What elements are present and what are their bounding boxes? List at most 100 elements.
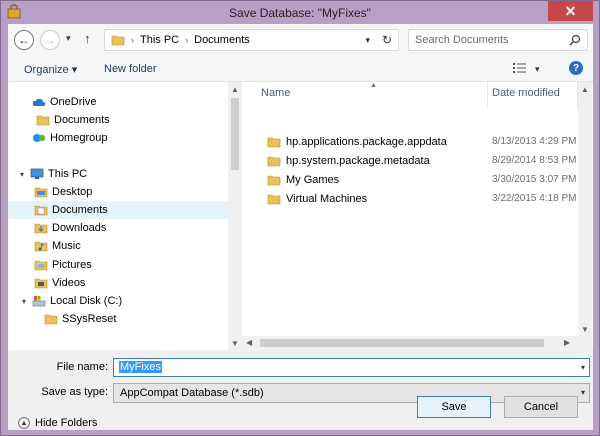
file-row[interactable]: Virtual Machines 3/22/2015 4:18 PM <box>242 190 578 208</box>
back-button[interactable]: ← <box>14 30 34 50</box>
scroll-down-arrow-icon[interactable]: ▼ <box>578 322 592 336</box>
expand-chevron-icon[interactable]: ▾ <box>22 297 32 306</box>
file-name-label: File name: <box>56 361 108 373</box>
nav-item-this-pc[interactable]: ▾ This PC <box>8 165 228 183</box>
recent-locations-chevron-icon[interactable]: ▾ <box>66 33 71 44</box>
downloads-folder-icon <box>34 223 48 234</box>
homegroup-icon <box>33 134 46 142</box>
hide-folders-button[interactable]: ▲ Hide Folders <box>18 417 97 429</box>
folder-icon <box>267 194 281 205</box>
breadcrumb-this-pc[interactable]: This PC <box>140 34 179 46</box>
nav-item-onedrive[interactable]: OneDrive <box>8 93 228 111</box>
save-as-type-value: AppCompat Database (*.sdb) <box>120 387 264 399</box>
command-toolbar: Organize ▾ New folder ▾ ? <box>8 56 593 82</box>
organize-button[interactable]: Organize ▾ <box>24 63 77 76</box>
address-row: ← → ▾ ↑ › This PC › Documents ▾ ↻ Search… <box>8 24 593 56</box>
save-dialog-window: Save Database: "MyFixes" ✕ ← → ▾ ↑ › Thi… <box>0 0 600 436</box>
back-arrow-icon: ← <box>18 33 30 47</box>
file-row[interactable]: My Games 3/30/2015 3:07 PM <box>242 171 578 189</box>
folder-icon <box>267 156 281 167</box>
up-arrow-icon[interactable]: ↑ <box>84 31 91 46</box>
file-name-dropdown-chevron-icon[interactable]: ▾ <box>581 363 585 372</box>
search-icon <box>569 34 581 46</box>
cloud-icon <box>32 98 46 106</box>
pictures-folder-icon <box>34 260 48 271</box>
navigation-pane-scrollbar[interactable]: ▲ ▼ <box>228 82 242 350</box>
nav-item-documents[interactable]: Documents <box>8 201 228 219</box>
view-options-icon[interactable] <box>513 62 527 74</box>
dialog-client: ← → ▾ ↑ › This PC › Documents ▾ ↻ Search… <box>8 24 593 430</box>
drive-icon <box>32 296 46 307</box>
file-name: hp.applications.package.appdata <box>286 136 447 148</box>
nav-item-desktop[interactable]: Desktop <box>8 183 228 201</box>
scrollbar-thumb[interactable] <box>260 339 544 347</box>
nav-item-downloads[interactable]: Downloads <box>8 219 228 237</box>
search-placeholder: Search Documents <box>415 34 509 46</box>
folder-icon <box>111 35 125 46</box>
scrollbar-thumb[interactable] <box>231 98 239 170</box>
music-folder-icon <box>34 241 48 252</box>
save-button[interactable]: Save <box>417 396 491 418</box>
scroll-up-arrow-icon[interactable]: ▲ <box>228 82 242 96</box>
search-input[interactable]: Search Documents <box>408 29 588 51</box>
refresh-icon[interactable]: ↻ <box>382 33 392 47</box>
file-name: hp.system.package.metadata <box>286 155 430 167</box>
close-button[interactable]: ✕ <box>548 1 593 21</box>
cancel-button[interactable]: Cancel <box>504 396 578 418</box>
folder-icon <box>44 314 58 325</box>
file-date: 8/13/2013 4:29 PM <box>492 136 577 147</box>
breadcrumb-documents[interactable]: Documents <box>194 34 250 46</box>
videos-folder-icon <box>34 278 48 289</box>
address-dropdown-chevron-icon[interactable]: ▾ <box>365 35 370 46</box>
nav-item-ssysreset[interactable]: SSysReset <box>8 310 228 328</box>
column-divider[interactable] <box>487 82 488 108</box>
nav-item-pictures[interactable]: Pictures <box>8 256 228 274</box>
nav-item-videos[interactable]: Videos <box>8 274 228 292</box>
file-name: My Games <box>286 174 340 186</box>
navigation-pane: OneDrive Documents Homegroup ▾ This PC D… <box>8 82 242 350</box>
file-name: Virtual Machines <box>286 193 368 205</box>
column-header-date-modified[interactable]: Date modified <box>492 87 560 99</box>
hide-folders-label: Hide Folders <box>35 417 98 429</box>
file-date: 8/29/2014 8:53 PM <box>492 155 577 166</box>
nav-item-local-disk-c[interactable]: ▾ Local Disk (C:) <box>8 292 228 310</box>
save-as-type-label: Save as type: <box>41 386 108 398</box>
file-date: 3/30/2015 3:07 PM <box>492 174 577 185</box>
new-folder-button[interactable]: New folder <box>104 63 157 75</box>
breadcrumb-separator-icon: › <box>131 35 134 45</box>
file-list-horizontal-scrollbar[interactable]: ◀ ▶ <box>242 336 578 350</box>
file-list-scrollbar[interactable]: ▲ ▼ <box>578 82 592 350</box>
save-form: File name: MyFixes ▾ Save as type: AppCo… <box>8 350 593 430</box>
expand-chevron-icon[interactable]: ▾ <box>20 170 30 179</box>
file-list: ▲ Name Date modified hp.applications.pac… <box>242 82 578 348</box>
file-row[interactable]: hp.applications.package.appdata 8/13/201… <box>242 133 578 151</box>
file-row[interactable]: hp.system.package.metadata 8/29/2014 8:5… <box>242 152 578 170</box>
folder-icon <box>267 175 281 186</box>
forward-button[interactable]: → <box>40 30 60 50</box>
desktop-folder-icon <box>34 187 48 198</box>
help-icon[interactable]: ? <box>569 61 583 75</box>
scroll-right-arrow-icon[interactable]: ▶ <box>564 338 570 347</box>
folder-icon <box>267 137 281 148</box>
address-bar[interactable]: › This PC › Documents ▾ ↻ <box>104 29 399 51</box>
breadcrumb-separator-icon: › <box>185 35 189 45</box>
column-header-name[interactable]: Name <box>261 87 290 99</box>
nav-item-onedrive-documents[interactable]: Documents <box>8 111 228 129</box>
scroll-up-arrow-icon[interactable]: ▲ <box>578 82 592 96</box>
nav-item-music[interactable]: Music <box>8 237 228 255</box>
window-title: Save Database: "MyFixes" <box>229 6 371 20</box>
sort-ascending-icon: ▲ <box>370 82 377 89</box>
nav-item-homegroup[interactable]: Homegroup <box>8 129 228 147</box>
title-bar: Save Database: "MyFixes" ✕ <box>1 1 599 23</box>
scroll-down-arrow-icon[interactable]: ▼ <box>228 336 242 350</box>
documents-folder-icon <box>34 205 48 216</box>
file-name-value: MyFixes <box>119 361 162 373</box>
scroll-left-arrow-icon[interactable]: ◀ <box>246 338 252 347</box>
file-date: 3/22/2015 4:18 PM <box>492 193 577 204</box>
forward-arrow-icon: → <box>44 33 56 47</box>
computer-icon <box>30 168 44 179</box>
file-name-input[interactable]: MyFixes ▾ <box>113 358 590 377</box>
save-as-type-dropdown-chevron-icon[interactable]: ▾ <box>581 388 585 397</box>
view-dropdown-chevron-icon[interactable]: ▾ <box>535 64 540 75</box>
collapse-up-icon: ▲ <box>18 417 30 429</box>
